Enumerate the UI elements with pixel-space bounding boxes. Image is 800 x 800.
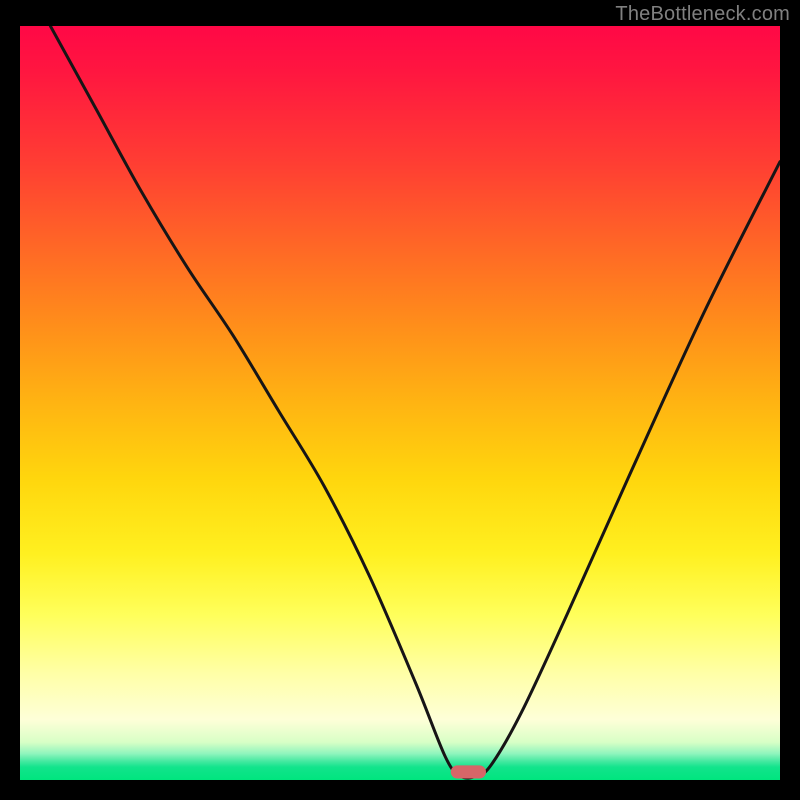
watermark-text: TheBottleneck.com bbox=[615, 3, 790, 26]
plot-area bbox=[20, 26, 780, 780]
bottleneck-marker bbox=[451, 766, 485, 778]
chart-frame: TheBottleneck.com bbox=[0, 0, 800, 800]
overlay-svg bbox=[20, 26, 780, 780]
bottleneck-curve bbox=[50, 26, 780, 778]
